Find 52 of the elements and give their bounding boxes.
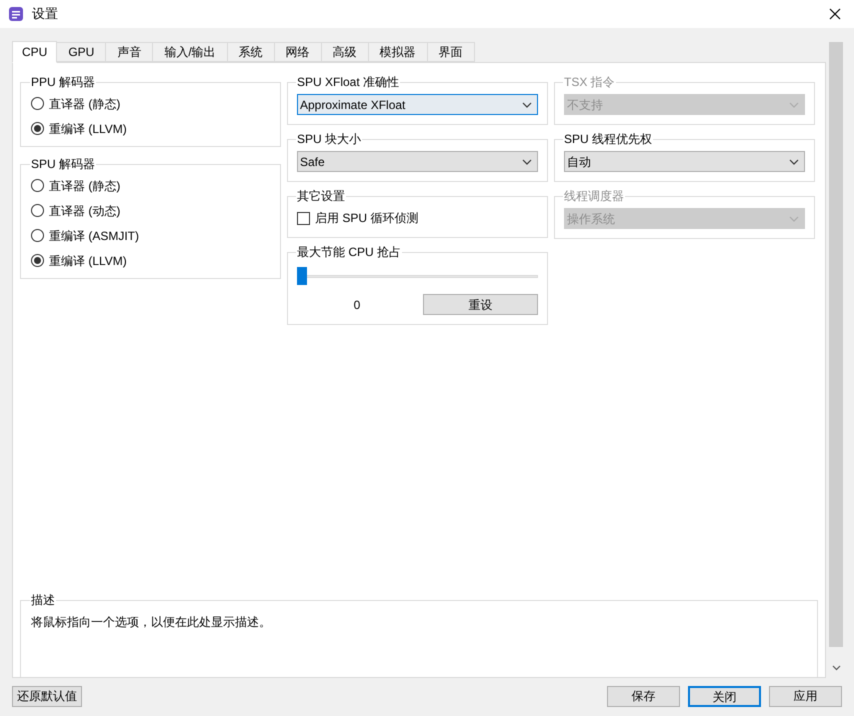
group-title: TSX 指令 xyxy=(563,74,616,91)
slider-thumb[interactable] xyxy=(297,267,307,285)
dialog-button[interactable]: 应用 xyxy=(769,686,842,706)
radio-button[interactable] xyxy=(31,179,44,192)
tab[interactable]: CPU xyxy=(12,41,58,63)
tab[interactable]: 高级 xyxy=(320,42,369,62)
chevron-down-icon[interactable] xyxy=(789,158,799,164)
close-icon[interactable] xyxy=(828,7,842,21)
radio-label[interactable]: 重编译 (LLVM) xyxy=(49,252,127,270)
group-title: 其它设置 xyxy=(296,188,346,205)
reset-button[interactable]: 重设 xyxy=(423,294,538,315)
checkbox-label[interactable]: 启用 SPU 循环侦测 xyxy=(315,209,418,227)
group-title: SPU XFloat 准确性 xyxy=(296,74,400,91)
tab[interactable]: 模拟器 xyxy=(368,42,428,62)
tab[interactable]: 输入/输出 xyxy=(152,42,228,62)
checkbox[interactable] xyxy=(297,212,310,224)
tab[interactable]: 系统 xyxy=(226,42,275,62)
radio-label[interactable]: 直译器 (动态) xyxy=(49,202,120,220)
group-title: SPU 解码器 xyxy=(30,156,96,173)
tab[interactable]: 界面 xyxy=(426,42,475,62)
tab[interactable]: 声音 xyxy=(105,42,154,62)
group-title: 描述 xyxy=(30,592,56,609)
radio-button[interactable] xyxy=(31,254,44,267)
chevron-down-icon[interactable] xyxy=(522,102,532,108)
group-title: SPU 线程优先权 xyxy=(563,131,654,148)
slider[interactable] xyxy=(297,267,538,285)
dropdown[interactable]: Safe xyxy=(297,151,538,172)
group-title: 线程调度器 xyxy=(563,188,625,205)
dropdown[interactable]: Approximate XFloat xyxy=(297,94,538,115)
radio-button[interactable] xyxy=(31,204,44,217)
radio-label[interactable]: 直译器 (静态) xyxy=(49,176,120,194)
group-title: 最大节能 CPU 抢占 xyxy=(296,244,402,261)
group-title: SPU 块大小 xyxy=(296,131,362,148)
description-text: 将鼠标指向一个选项，以便在此处显示描述。 xyxy=(31,614,272,631)
radio-button[interactable] xyxy=(31,97,44,110)
radio-label[interactable]: 直译器 (静态) xyxy=(49,94,120,112)
slider-value: 0 xyxy=(352,296,362,314)
chevron-down-icon[interactable] xyxy=(522,158,532,164)
radio-label[interactable]: 重编译 (LLVM) xyxy=(49,120,127,138)
dialog-button[interactable]: 还原默认值 xyxy=(12,686,82,706)
dropdown[interactable]: 自动 xyxy=(564,151,805,172)
scroll-down-icon[interactable] xyxy=(832,665,840,671)
radio-button[interactable] xyxy=(31,229,44,242)
tab[interactable]: 网络 xyxy=(274,42,322,62)
dialog-button[interactable]: 关闭 xyxy=(688,686,761,706)
radio-button[interactable] xyxy=(31,122,44,135)
app-icon xyxy=(8,6,24,22)
group-title: PPU 解码器 xyxy=(30,74,96,91)
radio-label[interactable]: 重编译 (ASMJIT) xyxy=(49,226,139,244)
window-title: 设置 xyxy=(32,5,59,24)
dialog-button[interactable]: 保存 xyxy=(607,686,680,706)
tab[interactable]: GPU xyxy=(56,42,106,62)
